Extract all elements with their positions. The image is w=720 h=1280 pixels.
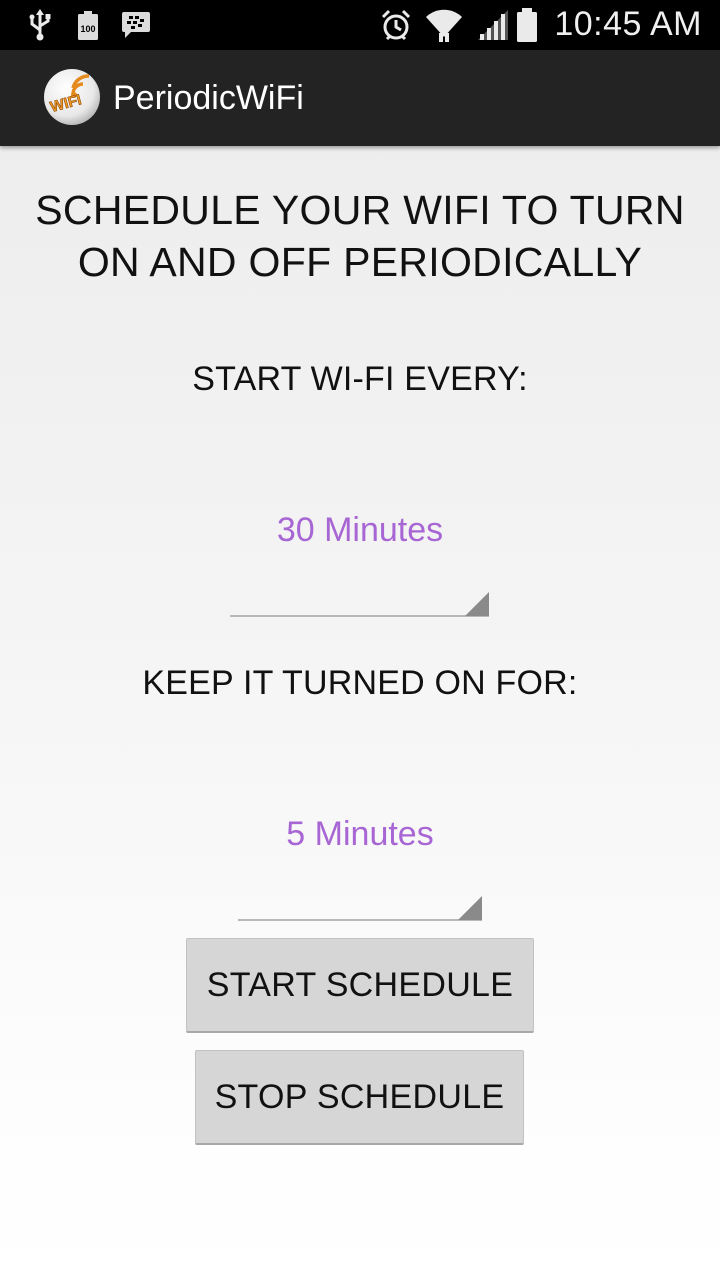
wifi-icon (424, 0, 464, 50)
app-logo-icon[interactable]: WIFI (43, 68, 101, 126)
battery-100-icon: 100 (76, 0, 100, 50)
keep-on-label: KEEP IT TURNED ON FOR: (142, 664, 578, 702)
status-bar: 100 10:45 AM (0, 0, 720, 50)
headline-line-1: SCHEDULE YOUR WIFI TO TURN (35, 187, 685, 233)
start-schedule-button[interactable]: START SCHEDULE (186, 938, 534, 1033)
spinner-underline (238, 919, 482, 921)
alarm-icon (380, 0, 412, 50)
dropdown-triangle-icon[interactable] (458, 896, 482, 920)
status-time: 10:45 AM (554, 5, 702, 43)
spinner-underline (230, 615, 489, 617)
headline-line-2: ON AND OFF PERIODICALLY (77, 239, 643, 285)
usb-icon (28, 0, 52, 50)
bbm-icon (121, 0, 151, 50)
stop-schedule-button[interactable]: STOP SCHEDULE (195, 1050, 524, 1145)
keep-on-value[interactable]: 5 Minutes (0, 815, 720, 854)
start-interval-label: START WI-FI EVERY: (192, 360, 528, 398)
start-interval-value[interactable]: 30 Minutes (0, 511, 720, 550)
app-title: PeriodicWiFi (113, 79, 304, 117)
battery-icon (515, 0, 539, 50)
page-headline: SCHEDULE YOUR WIFI TO TURN ON AND OFF PE… (20, 184, 700, 288)
svg-text:100: 100 (80, 24, 95, 34)
signal-icon (476, 0, 510, 50)
dropdown-triangle-icon[interactable] (465, 592, 489, 616)
action-bar: WIFI PeriodicWiFi (0, 50, 720, 146)
